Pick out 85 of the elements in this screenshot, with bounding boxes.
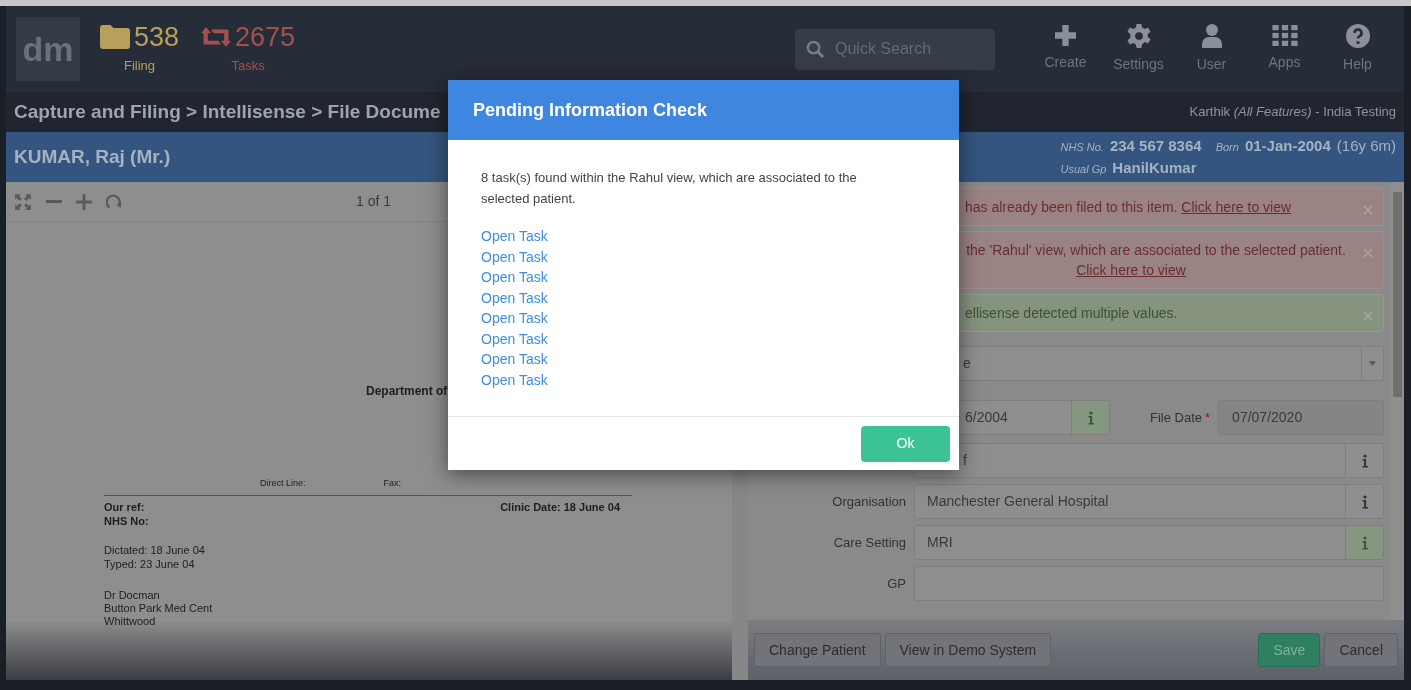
field-label: File Date — [1150, 408, 1203, 427]
settings-nav-button[interactable]: Settings — [1102, 23, 1175, 75]
footer-button[interactable]: Cancel — [1324, 633, 1398, 667]
document-text: Clinic Date: 18 June 04 — [500, 499, 620, 515]
dialog-message: 8 task(s) found within the Rahul view, which are associated to the selected patient. — [481, 169, 858, 208]
alert-text: the 'Rahul' view, which are associated to the selected patient. — [966, 242, 1346, 258]
required-asterisk: * — [1205, 408, 1211, 427]
alert-text: ellisense detected multiple values. — [965, 305, 1178, 321]
field-label: Care Setting — [832, 533, 906, 552]
info-button[interactable] — [1071, 401, 1109, 434]
field-label: Born — [1215, 139, 1239, 155]
close-icon — [1363, 311, 1373, 321]
tasks-label[interactable]: Tasks — [231, 56, 265, 76]
help-icon — [1345, 23, 1370, 48]
fit-screen-icon — [14, 192, 32, 211]
search-icon — [806, 39, 825, 59]
field-label: Organisation — [831, 492, 906, 511]
open-task-link[interactable]: Open Task — [481, 226, 548, 247]
address-line: Button Park Med Cent — [104, 602, 214, 615]
caret-icon — [1369, 361, 1376, 366]
apps-nav-button[interactable]: Apps — [1248, 25, 1321, 73]
document-text: Dictated: 18 June 04 — [104, 543, 206, 557]
close-icon — [1363, 205, 1373, 215]
gp-name: HanilKumar — [1112, 158, 1197, 178]
nhs-number: 234 567 8364 — [1109, 135, 1202, 156]
open-task-link[interactable]: Open Task — [481, 287, 548, 308]
view-link[interactable]: Click here to view — [1181, 199, 1292, 215]
help-nav-button[interactable]: Help — [1321, 23, 1394, 75]
open-task-link[interactable]: Open Task — [481, 328, 548, 349]
apps-grid-icon — [1271, 25, 1298, 46]
user-icon — [1201, 23, 1222, 48]
zoom-out-icon — [46, 200, 62, 203]
create-nav-button[interactable]: Create — [1029, 25, 1102, 73]
footer-button[interactable]: Change Patient — [754, 633, 881, 667]
info-button[interactable] — [1345, 526, 1383, 559]
zoom-in-icon — [76, 193, 92, 210]
user-info: Karthik (All Features) - India Testing — [1189, 103, 1396, 122]
ok-button[interactable]: Ok — [861, 425, 950, 462]
settings-icon — [1126, 23, 1151, 48]
input-field[interactable]: Manchester General Hospital — [914, 484, 1384, 519]
repeat-arrows-icon — [201, 27, 232, 48]
folder-icon — [100, 25, 130, 50]
document-text: NHS No: — [104, 515, 150, 527]
birth-date: 01-Jan-2004 — [1244, 135, 1331, 156]
tasks-count[interactable]: 2675 — [235, 22, 296, 53]
field-label: GP — [886, 574, 906, 593]
info-icon — [1361, 535, 1368, 550]
open-task-link[interactable]: Open Task — [481, 369, 548, 390]
breadcrumb: Capture and Filing > Intellisense > File Docume — [14, 99, 441, 124]
filing-label[interactable]: Filing — [124, 56, 156, 76]
rotate-icon — [106, 193, 122, 210]
input-field[interactable]: f — [914, 443, 1384, 478]
document-text: Our ref: — [104, 499, 145, 515]
document-text: Direct Line: — [260, 477, 306, 490]
scrollbar[interactable] — [1391, 182, 1404, 620]
view-link[interactable]: Click here to view — [1076, 262, 1186, 278]
document-heading: Department of — [366, 383, 448, 400]
patient-name: KUMAR, Raj (Mr.) — [14, 144, 171, 169]
field-label: NHS No. — [1060, 139, 1104, 155]
info-icon — [1087, 410, 1094, 425]
input-field[interactable]: MRI — [914, 525, 1384, 560]
page-indicator: 1 of 1 — [356, 192, 392, 211]
alert-text: has already been filed to this item. — [965, 199, 1178, 215]
close-icon — [1363, 248, 1373, 258]
info-icon — [1361, 494, 1368, 509]
open-task-link[interactable]: Open Task — [481, 246, 548, 267]
patient-age: (16y 6m) — [1336, 135, 1396, 156]
open-task-link[interactable]: Open Task — [481, 267, 548, 288]
filing-count[interactable]: 538 — [134, 22, 180, 53]
field-label: Usual Gp — [1060, 162, 1107, 177]
document-text: Typed: 23 June 04 — [104, 557, 196, 571]
file-date-field[interactable]: 07/07/2020 — [1218, 400, 1384, 435]
address-line: Dr Docman — [104, 589, 161, 602]
address-line: Whittwood — [104, 615, 157, 628]
footer-button[interactable]: Save — [1258, 633, 1321, 667]
dialog-title: Pending Information Check — [448, 80, 959, 140]
open-task-link[interactable]: Open Task — [481, 308, 548, 329]
user-nav-button[interactable]: User — [1175, 23, 1248, 75]
info-button[interactable] — [1345, 444, 1383, 477]
open-task-link[interactable]: Open Task — [481, 349, 548, 370]
info-icon — [1361, 453, 1368, 468]
info-button[interactable] — [1345, 485, 1383, 518]
document-text: Fax: — [383, 477, 402, 490]
plus-icon — [1055, 25, 1076, 46]
footer-button[interactable]: View in Demo System — [884, 633, 1052, 667]
